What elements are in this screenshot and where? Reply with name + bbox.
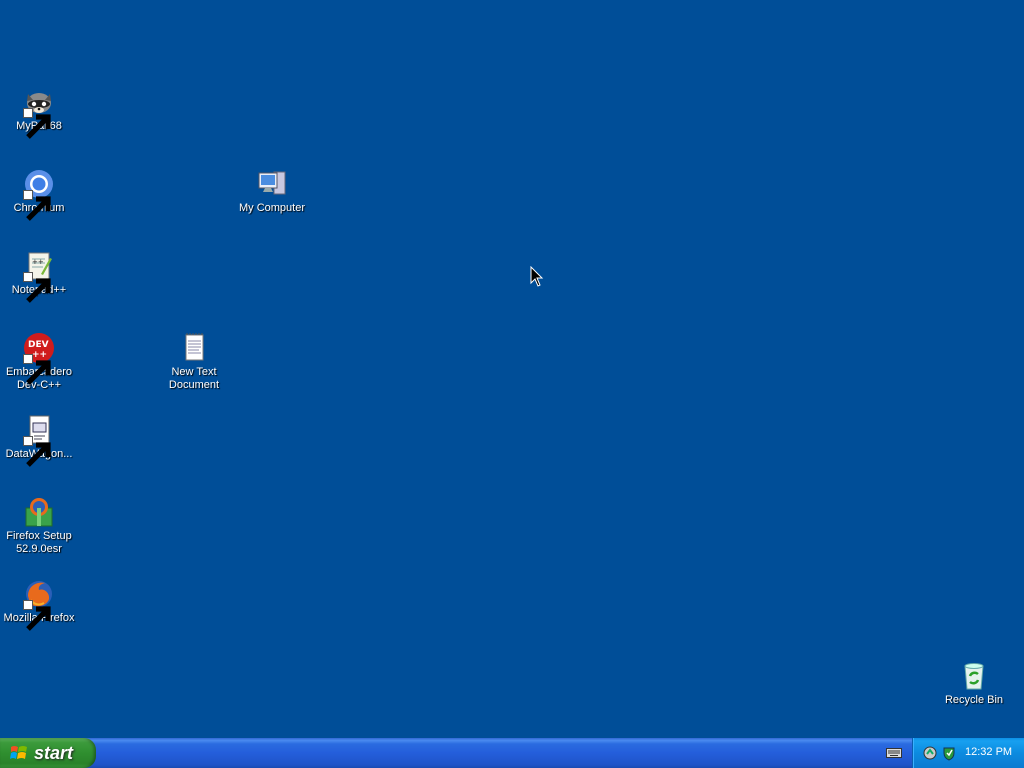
desktop-icon-my-computer[interactable]: My Computer: [232, 168, 312, 215]
desktop-icon-new-text-document[interactable]: New Text Document: [154, 332, 234, 392]
desktop-icon-label: New Text Document: [168, 366, 220, 391]
desktop-icon-label: Firefox Setup 52.9.0esr: [6, 530, 72, 555]
desktop-icon-notepadpp[interactable]: ++ Notepad++: [0, 250, 79, 303]
svg-text:++: ++: [32, 258, 44, 266]
firefox-icon: [23, 578, 55, 631]
desktop-icon-firefox-setup[interactable]: Firefox Setup 52.9.0esr: [0, 496, 79, 556]
recycle-bin-icon: [958, 660, 990, 692]
text-document-icon: [178, 332, 210, 364]
shortcut-arrow-icon: [23, 354, 51, 385]
network-icon[interactable]: [922, 745, 938, 761]
system-tray: 12:32 PM: [912, 738, 1024, 768]
datawagon-icon: [23, 414, 55, 467]
shortcut-arrow-icon: [23, 108, 51, 139]
windows-logo-icon: [10, 746, 27, 759]
desktop-icon-chromium[interactable]: Chromium: [0, 168, 79, 221]
mouse-cursor-icon: [530, 266, 544, 287]
taskbar: start 12:32 PM: [0, 738, 1024, 768]
keyboard-icon[interactable]: [886, 747, 902, 759]
desktop-icon-datawagon[interactable]: DataWagon...: [0, 414, 79, 467]
shortcut-arrow-icon: [23, 190, 51, 221]
my-computer-icon: [256, 168, 288, 200]
desktop: MyPal 68 Chromium ++ Notepad++ DEV ++ Em…: [0, 0, 1024, 738]
start-button[interactable]: start: [0, 738, 96, 768]
security-shield-icon[interactable]: [941, 745, 957, 761]
desktop-icon-devcpp[interactable]: DEV ++ Embarcadero Dev-C++: [0, 332, 79, 392]
firefox-setup-icon: [23, 496, 55, 528]
clock[interactable]: 12:32 PM: [965, 746, 1012, 758]
desktop-icon-firefox[interactable]: Mozilla Firefox: [0, 578, 79, 631]
shortcut-arrow-icon: [23, 272, 51, 303]
shortcut-arrow-icon: [23, 436, 51, 467]
desktop-icon-label: My Computer: [238, 202, 306, 214]
chromium-icon: [23, 168, 55, 221]
notepadpp-icon: ++: [23, 250, 55, 303]
svg-text:DEV: DEV: [28, 340, 49, 350]
desktop-icon-recycle-bin[interactable]: Recycle Bin: [934, 660, 1014, 707]
desktop-icon-label: Recycle Bin: [944, 694, 1004, 706]
desktop-icon-mypal[interactable]: MyPal 68: [0, 86, 79, 139]
start-label: start: [34, 742, 74, 763]
mypal-raccoon-icon: [23, 86, 55, 139]
shortcut-arrow-icon: [23, 600, 51, 631]
devcpp-icon: DEV ++: [23, 332, 55, 385]
